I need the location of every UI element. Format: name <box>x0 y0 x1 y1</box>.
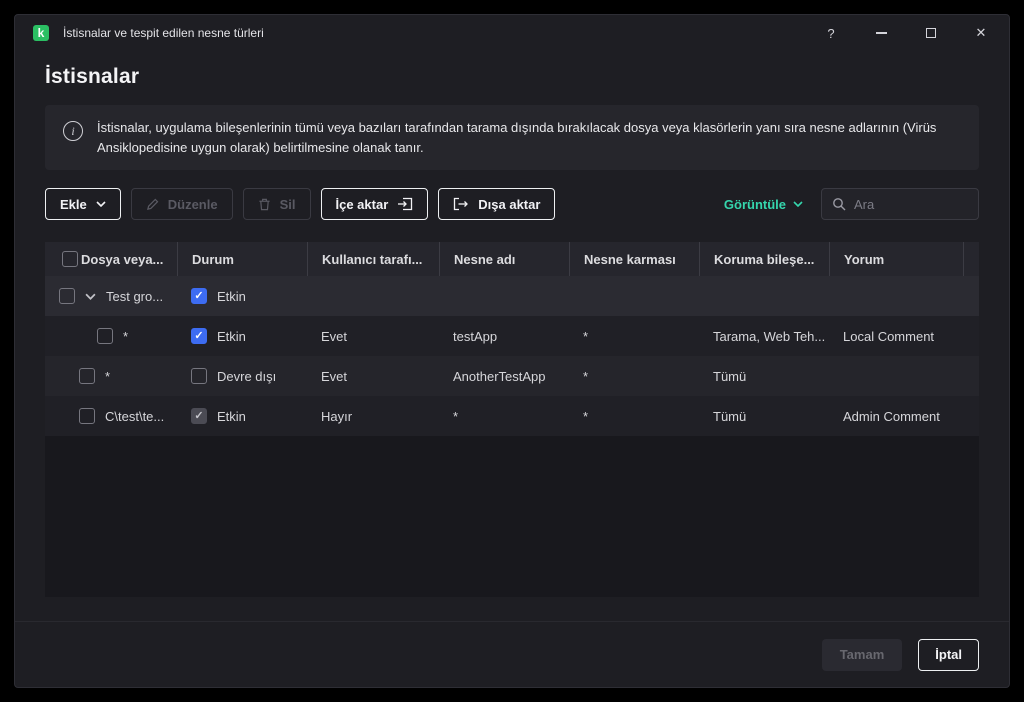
column-header-comment[interactable]: Yorum <box>829 242 963 276</box>
status-cell: Devre dışı <box>177 356 307 396</box>
objectname-cell: * <box>439 396 569 436</box>
status-checkbox[interactable] <box>191 288 207 304</box>
dialog-footer: Tamam İptal <box>15 621 1009 687</box>
export-button-label: Dışa aktar <box>478 197 540 212</box>
objecthash-cell: * <box>569 396 699 436</box>
comment-cell <box>829 356 979 396</box>
title-bar: k İstisnalar ve tespit edilen nesne türl… <box>15 15 1009 51</box>
search-icon <box>832 197 846 211</box>
status-cell: Etkin <box>177 396 307 436</box>
status-label: Etkin <box>217 289 246 304</box>
row-select-checkbox[interactable] <box>79 408 95 424</box>
search-box <box>821 188 979 220</box>
userdefined-cell: Evet <box>307 356 439 396</box>
userdefined-cell: Hayır <box>307 396 439 436</box>
exclusions-table: Dosya veya... Durum Kullanıcı tarafı... … <box>45 242 979 597</box>
path-cell: C\test\te... <box>45 396 177 436</box>
minimize-icon <box>876 32 887 34</box>
table-row[interactable]: * Etkin Evet testApp * Tarama, Web Teh..… <box>45 316 979 356</box>
status-cell: Etkin <box>177 276 307 316</box>
status-cell: Etkin <box>177 316 307 356</box>
view-dropdown-label: Görüntüle <box>724 197 786 212</box>
search-input[interactable] <box>854 197 968 212</box>
chevron-down-icon <box>96 201 106 207</box>
path-label: * <box>123 329 128 344</box>
path-cell: * <box>45 316 177 356</box>
header-checkbox-cell <box>45 242 81 276</box>
pencil-icon <box>146 198 159 211</box>
export-icon <box>453 197 469 211</box>
select-all-checkbox[interactable] <box>62 251 78 267</box>
info-icon: i <box>63 121 83 141</box>
path-label: C\test\te... <box>105 409 164 424</box>
column-header-path[interactable]: Dosya veya... <box>81 242 177 276</box>
comment-cell: Admin Comment <box>829 396 979 436</box>
dialog-window: k İstisnalar ve tespit edilen nesne türl… <box>14 14 1010 688</box>
comment-cell: Local Comment <box>829 316 979 356</box>
objectname-cell: AnotherTestApp <box>439 356 569 396</box>
column-header-protection[interactable]: Koruma bileşe... <box>699 242 829 276</box>
minimize-button[interactable] <box>873 25 889 41</box>
table-row[interactable]: C\test\te... Etkin Hayır * * Tümü Admin … <box>45 396 979 436</box>
path-cell: * <box>45 356 177 396</box>
status-checkbox[interactable] <box>191 408 207 424</box>
column-header-userdefined[interactable]: Kullanıcı tarafı... <box>307 242 439 276</box>
table-scrollbar-area <box>963 242 979 276</box>
userdefined-cell: Evet <box>307 316 439 356</box>
status-checkbox[interactable] <box>191 328 207 344</box>
page-title: İstisnalar <box>45 65 979 89</box>
group-name: Test gro... <box>106 289 163 304</box>
protection-cell: Tümü <box>699 356 829 396</box>
column-header-objectname[interactable]: Nesne adı <box>439 242 569 276</box>
row-select-checkbox[interactable] <box>59 288 75 304</box>
edit-button[interactable]: Düzenle <box>131 188 233 220</box>
toolbar-right: Görüntüle <box>724 188 979 220</box>
window-controls: ? ✕ <box>823 25 989 41</box>
add-button-label: Ekle <box>60 197 87 212</box>
objecthash-cell: * <box>569 356 699 396</box>
info-panel: i İstisnalar, uygulama bileşenlerinin tü… <box>45 105 979 170</box>
info-text: İstisnalar, uygulama bileşenlerinin tümü… <box>97 118 961 157</box>
import-button[interactable]: İçe aktar <box>321 188 429 220</box>
add-button[interactable]: Ekle <box>45 188 121 220</box>
protection-cell: Tümü <box>699 396 829 436</box>
status-checkbox[interactable] <box>191 368 207 384</box>
status-label: Etkin <box>217 409 246 424</box>
kaspersky-logo-icon: k <box>33 25 49 41</box>
delete-button[interactable]: Sil <box>243 188 311 220</box>
help-button[interactable]: ? <box>823 25 839 41</box>
objectname-cell: testApp <box>439 316 569 356</box>
view-dropdown[interactable]: Görüntüle <box>724 197 803 212</box>
status-label: Devre dışı <box>217 369 276 384</box>
delete-button-label: Sil <box>280 197 296 212</box>
maximize-button[interactable] <box>923 25 939 41</box>
column-header-objecthash[interactable]: Nesne karması <box>569 242 699 276</box>
chevron-down-icon[interactable] <box>85 293 96 300</box>
table-row-group[interactable]: Test gro... Etkin <box>45 276 979 316</box>
cancel-button[interactable]: İptal <box>918 639 979 671</box>
row-select-checkbox[interactable] <box>97 328 113 344</box>
edit-button-label: Düzenle <box>168 197 218 212</box>
import-button-label: İçe aktar <box>336 197 389 212</box>
column-header-status[interactable]: Durum <box>177 242 307 276</box>
chevron-down-icon <box>793 201 803 207</box>
window-title: İstisnalar ve tespit edilen nesne türler… <box>63 26 264 40</box>
close-button[interactable]: ✕ <box>973 25 989 41</box>
group-name-cell: Test gro... <box>45 276 177 316</box>
row-select-checkbox[interactable] <box>79 368 95 384</box>
import-icon <box>397 197 413 211</box>
protection-cell: Tarama, Web Teh... <box>699 316 829 356</box>
toolbar: Ekle Düzenle Sil İçe aktar Dışa aktar Gö… <box>45 188 979 220</box>
status-label: Etkin <box>217 329 246 344</box>
trash-icon <box>258 198 271 211</box>
ok-button[interactable]: Tamam <box>822 639 903 671</box>
export-button[interactable]: Dışa aktar <box>438 188 555 220</box>
table-header: Dosya veya... Durum Kullanıcı tarafı... … <box>45 242 979 276</box>
path-label: * <box>105 369 110 384</box>
table-row[interactable]: * Devre dışı Evet AnotherTestApp * Tümü <box>45 356 979 396</box>
maximize-icon <box>926 28 936 38</box>
objecthash-cell: * <box>569 316 699 356</box>
